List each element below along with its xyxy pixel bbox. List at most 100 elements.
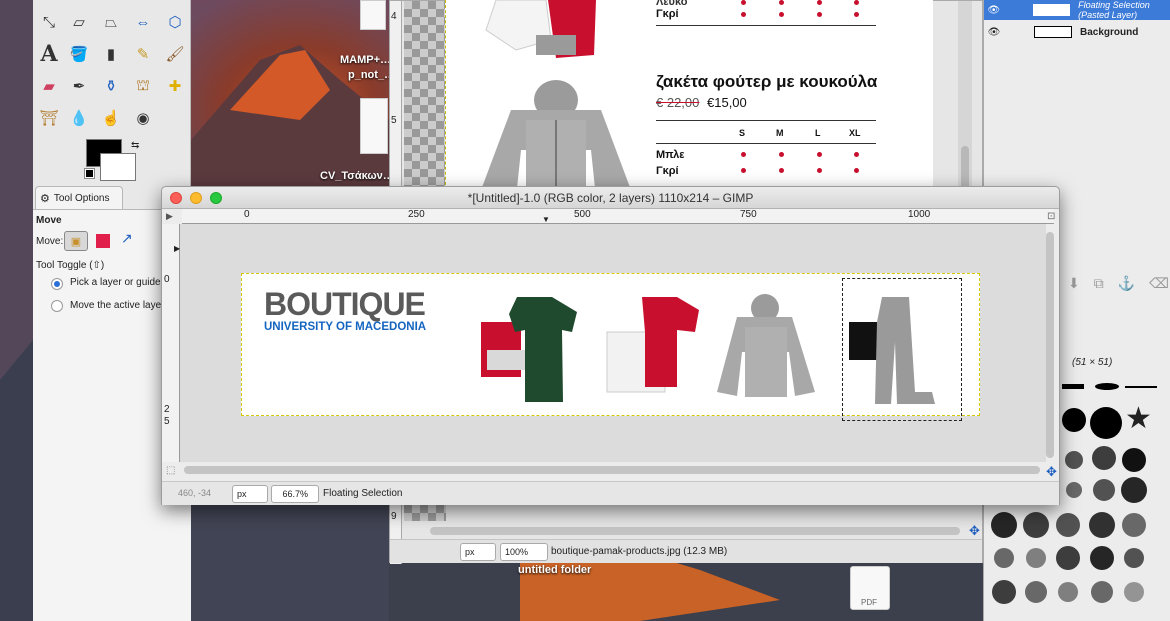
availability-dot — [817, 0, 822, 5]
new-price: €15,00 — [707, 95, 747, 110]
vertical-ruler[interactable]: 0 2 5 ▶ — [162, 224, 180, 462]
desktop-icon-label-mamp[interactable]: MAMP+… — [340, 54, 391, 66]
clone-tool-icon[interactable]: ⛫ — [131, 74, 155, 98]
visibility-eye-icon[interactable]: 👁 — [984, 5, 1003, 16]
color-row-label: Μπλε — [656, 149, 685, 161]
tool-toggle-label: Tool Toggle (⇧) — [36, 260, 105, 271]
visibility-eye-icon[interactable]: 👁 — [984, 27, 1004, 38]
desktop-icon-label-cv[interactable]: CV_Τσάκων… — [320, 170, 394, 182]
brush-preset[interactable] — [1090, 407, 1122, 439]
layer-row-background[interactable]: 👁 Background — [984, 22, 1170, 42]
desktop-icon-label-p-not[interactable]: p_not_… — [348, 69, 395, 81]
airbrush-tool-icon[interactable]: ✒ — [67, 74, 91, 98]
lower-layer-icon[interactable]: ⬇ — [1068, 275, 1080, 297]
availability-dot — [741, 12, 746, 17]
delete-layer-icon[interactable]: ⌫ — [1149, 275, 1169, 297]
layer-name[interactable]: Background — [1080, 27, 1138, 38]
layer-actions-toolbar: ⬇ ⧉ ⚓ ⌫ — [1068, 275, 1170, 297]
image-zoom-select[interactable]: 100% — [500, 543, 548, 561]
blend-tool-icon[interactable]: ▮ — [99, 42, 123, 66]
navigate-icon[interactable]: ✥ — [969, 523, 980, 539]
pencil-tool-icon[interactable]: ✎ — [131, 42, 155, 66]
horizontal-ruler[interactable]: 0 250 500 750 1000 ▼ — [182, 209, 1054, 224]
move-selection-mode-icon[interactable] — [96, 234, 110, 248]
availability-dot — [741, 168, 746, 173]
ruler-label: 5 — [164, 416, 170, 427]
default-colors-icon[interactable] — [84, 168, 95, 179]
star-brush-icon[interactable]: ★ — [1125, 404, 1152, 434]
unit-select[interactable]: px — [232, 485, 268, 503]
ruler-label: 4 — [391, 11, 397, 22]
menu-arrow-icon[interactable]: ▶ — [166, 211, 173, 222]
blur-tool-icon[interactable]: 💧 — [67, 106, 91, 130]
move-layer-mode-icon[interactable]: ▣ — [64, 231, 88, 251]
image-canvas[interactable]: BOUTIQUE UNIVERSITY OF MACEDONIA — [241, 273, 980, 421]
availability-dot — [854, 168, 859, 173]
duplicate-layer-icon[interactable]: ⧉ — [1094, 275, 1104, 297]
image-file-info: boutique-pamak-products.jpg (12.3 MB) — [551, 546, 728, 557]
background-color-swatch[interactable] — [100, 153, 136, 181]
university-logo-subtitle: UNIVERSITY OF MACEDONIA — [264, 321, 427, 333]
brush-preset[interactable] — [1062, 408, 1086, 432]
zoom-select[interactable]: 66.7% — [271, 485, 319, 503]
availability-dot — [854, 0, 859, 5]
navigate-icon[interactable]: ✥ — [1046, 464, 1057, 480]
eraser-tool-icon[interactable]: ▰ — [37, 74, 61, 98]
perspective-tool-icon[interactable]: ⏢ — [99, 10, 123, 34]
perspective-clone-tool-icon[interactable]: ⛩ — [37, 106, 61, 130]
layer-name[interactable]: Floating Selection (Pasted Layer) — [1078, 0, 1170, 20]
pdf-label: PDF — [861, 598, 877, 607]
canvas-vertical-scrollbar[interactable] — [1046, 232, 1054, 458]
image-unit-select[interactable]: px — [460, 543, 496, 561]
tool-options-icon: ⚙ — [40, 193, 50, 205]
desktop-file-thumbnail[interactable] — [360, 98, 388, 154]
canvas-horizontal-scrollbar[interactable] — [184, 466, 1040, 474]
flip-tool-icon[interactable]: ⇔ — [131, 10, 155, 34]
desktop-file-thumbnail[interactable] — [360, 0, 386, 30]
paintbrush-tool-icon[interactable]: 🖌 — [163, 42, 187, 66]
gimp-image-window: *[Untitled]-1.0 (RGB color, 2 layers) 11… — [161, 186, 1060, 505]
brush-preset[interactable] — [1095, 383, 1119, 390]
pointer-coordinates: 460, -34 — [178, 488, 212, 498]
layer-thumbnail — [1034, 26, 1072, 38]
pick-layer-label[interactable]: Pick a layer or guide — [70, 277, 161, 288]
table-divider — [656, 120, 876, 121]
pdf-file-icon[interactable]: PDF — [850, 566, 890, 610]
ruler-label: 750 — [740, 209, 757, 220]
floating-selection-boundary[interactable] — [842, 278, 962, 421]
swap-colors-icon[interactable]: ⇆ — [131, 140, 139, 151]
move-path-mode-icon[interactable]: ↗ — [121, 230, 133, 247]
tab-tool-options[interactable]: ⚙ Tool Options — [35, 186, 123, 210]
bucket-fill-tool-icon[interactable]: 🪣 — [67, 42, 91, 66]
window-titlebar[interactable]: *[Untitled]-1.0 (RGB color, 2 layers) 11… — [162, 187, 1059, 209]
window-title: *[Untitled]-1.0 (RGB color, 2 layers) 11… — [467, 191, 754, 205]
availability-dot — [817, 12, 822, 17]
ruler-label: 5 — [391, 115, 397, 126]
zoom-toggle-icon[interactable]: ⊡ — [1047, 211, 1055, 222]
desktop-icon-label-untitled-folder[interactable]: untitled folder — [518, 564, 591, 576]
layer-row-floating-selection[interactable]: 👁 Floating Selection (Pasted Layer) — [984, 0, 1170, 20]
availability-dot — [779, 168, 784, 173]
pick-layer-radio[interactable] — [51, 278, 63, 290]
anchor-layer-icon[interactable]: ⚓ — [1118, 275, 1135, 297]
window-statusbar: 460, -34 px 66.7% Floating Selection — [162, 481, 1059, 505]
tool-name-heading: Move — [36, 215, 62, 226]
ruler-label: 0 — [164, 274, 170, 285]
heal-tool-icon[interactable]: ✚ — [163, 74, 187, 98]
availability-dot — [854, 152, 859, 157]
table-divider — [656, 25, 876, 26]
cage-tool-icon[interactable]: ⬡ — [163, 10, 187, 34]
brush-preset[interactable] — [1125, 386, 1157, 388]
ink-tool-icon[interactable]: ⚱ — [99, 74, 123, 98]
scale-tool-icon[interactable]: ⤡ — [37, 10, 61, 34]
brush-preset[interactable] — [1062, 384, 1084, 389]
image-hscroll-bar[interactable] — [430, 527, 960, 535]
dodge-burn-tool-icon[interactable]: ◉ — [131, 106, 155, 130]
move-active-layer-radio[interactable] — [51, 300, 63, 312]
ruler-label: 250 — [408, 209, 425, 220]
shear-tool-icon[interactable]: ▱ — [67, 10, 91, 34]
text-tool-icon[interactable]: A — [37, 41, 61, 67]
size-header: S — [739, 128, 746, 138]
smudge-tool-icon[interactable]: ☝ — [99, 106, 123, 130]
quick-mask-icon[interactable]: ⬚ — [166, 465, 175, 476]
